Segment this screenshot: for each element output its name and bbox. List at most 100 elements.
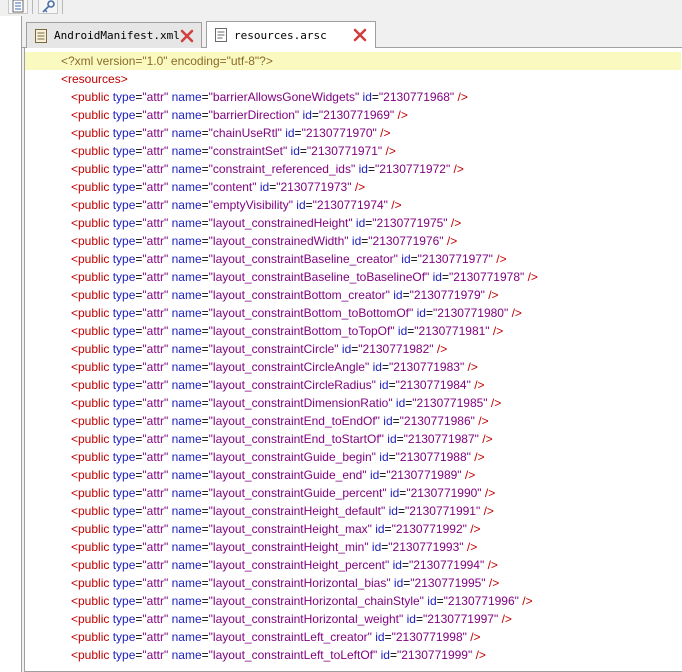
attr-type-key: type [109,288,136,302]
tag-open: <public [71,486,110,500]
attr-id-value: "2130771993" [388,540,464,554]
attr-id-key: id [281,126,295,140]
attr-id-key: id [355,162,368,176]
document-list-icon[interactable] [8,0,28,14]
attr-name-key: name [168,414,202,428]
attr-type-value: "attr" [142,162,169,176]
attr-id-value: "2130771970" [301,126,377,140]
attr-id-value: "2130771980" [432,306,509,320]
attr-id-value: "2130771998" [391,630,467,644]
equals-sign: = [201,180,209,194]
attr-id-key: id [390,576,404,590]
public-entry-line: <public type="attr" name="layout_constra… [25,250,681,268]
public-entry-line: <public type="attr" name="layout_constra… [25,268,681,286]
attr-type-key: type [109,630,136,644]
tag-close: /> [484,558,498,572]
attr-type-value: "attr" [142,594,169,608]
attr-name-value: "layout_constraintBottom_toBottomOf" [208,306,414,320]
tag-close: /> [466,630,481,644]
attr-type-value: "attr" [142,540,169,554]
attr-id-value: "2130771988" [395,450,471,464]
tab-android-manifest[interactable]: AndroidManifest.xml [26,22,202,48]
tag-close: /> [376,126,391,140]
equals-sign: = [396,432,404,446]
close-icon[interactable] [353,28,367,42]
equals-sign: = [201,144,209,158]
attr-type-key: type [109,306,136,320]
equals-sign: = [201,648,209,662]
attr-name-value: "layout_constraintLeft_creator" [208,630,372,644]
tag-open: <public [71,432,110,446]
tag-close: /> [394,108,408,122]
tag-open: <public [71,90,110,104]
attr-type-key: type [109,126,136,140]
equals-sign: = [201,378,209,392]
attr-name-value: "layout_constraintBaseline_toBaselineOf" [208,270,430,284]
attr-type-value: "attr" [142,144,169,158]
attr-type-key: type [109,234,136,248]
equals-sign: = [392,414,400,428]
public-entry-line: <public type="attr" name="layout_constra… [25,538,681,556]
attr-id-key: id [366,468,380,482]
attr-id-value: "2130771995" [410,576,486,590]
attr-name-key: name [168,180,202,194]
equals-sign: = [201,270,209,284]
attr-id-key: id [377,648,390,662]
public-entry-line: <public type="attr" name="layout_constra… [25,358,681,376]
toolbar-separator [62,0,63,14]
attr-name-key: name [168,630,202,644]
tag-open: <public [71,648,110,662]
attr-name-value: "emptyVisibility" [208,198,293,212]
attr-id-value: "2130771986" [399,414,475,428]
attr-type-key: type [109,612,136,626]
attr-id-value: "2130771979" [409,288,485,302]
public-entry-line: <public type="attr" name="layout_constra… [25,484,681,502]
equals-sign: = [299,144,307,158]
attr-type-value: "attr" [142,612,169,626]
attr-id-value: "2130771968" [378,90,455,104]
attr-name-value: "layout_constraintCircle" [208,342,339,356]
attr-type-key: type [109,216,136,230]
equals-sign: = [425,306,433,320]
code-editor[interactable]: <?xml version="1.0" encoding="utf-8"?> <… [24,48,682,672]
attr-type-key: type [109,486,136,500]
attr-type-value: "attr" [142,378,169,392]
public-entry-line: <public type="attr" name="content" id="2… [25,178,681,196]
attr-id-key: id [338,342,352,356]
attr-id-value: "2130771994" [408,558,485,572]
attr-type-key: type [109,90,136,104]
attr-type-value: "attr" [142,450,169,464]
tab-resources-arsc[interactable]: resources.arsc [206,21,376,48]
tag-close: /> [485,576,500,590]
attr-type-key: type [109,558,136,572]
attr-id-value: "2130771975" [372,216,448,230]
attr-type-key: type [109,414,136,428]
attr-type-key: type [109,432,136,446]
attr-name-value: "layout_constraintHorizontal_chainStyle" [208,594,424,608]
tag-close: /> [498,612,512,626]
attr-name-key: name [168,288,202,302]
attr-type-key: type [109,450,136,464]
key-icon[interactable] [38,0,58,14]
equals-sign: = [201,540,209,554]
attr-name-key: name [168,306,202,320]
attr-id-key: id [383,432,397,446]
equals-sign: = [415,612,423,626]
equals-sign: = [402,288,410,302]
tag-open: <public [71,270,110,284]
tag-open: <public [71,342,110,356]
attr-name-key: name [168,252,202,266]
attr-name-value: "constraintSet" [208,144,288,158]
equals-sign: = [201,252,209,266]
attr-type-key: type [109,504,136,518]
tag-open: <public [71,558,110,572]
close-icon[interactable] [180,29,194,43]
public-entry-line: <public type="attr" name="constraint_ref… [25,160,681,178]
attr-name-value: "layout_constraintHorizontal_weight" [208,612,404,626]
public-entry-line: <public type="attr" name="layout_constra… [25,628,681,646]
attr-name-value: "layout_constraintBottom_creator" [208,288,390,302]
attr-id-key: id [292,198,306,212]
equals-sign: = [201,468,209,482]
tag-open: <public [71,198,110,212]
attr-type-value: "attr" [142,270,169,284]
